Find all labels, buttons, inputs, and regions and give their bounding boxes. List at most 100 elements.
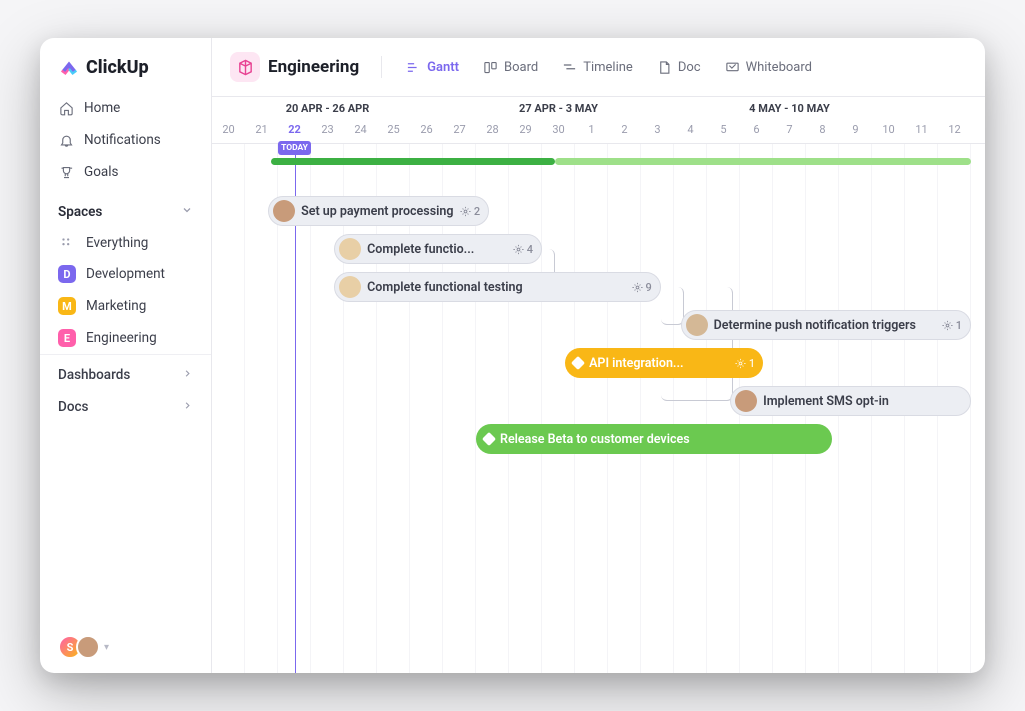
nav-home[interactable]: Home — [40, 92, 211, 124]
tab-doc[interactable]: Doc — [647, 56, 711, 79]
tab-label: Gantt — [427, 60, 459, 75]
day-cell[interactable]: 30 — [542, 119, 575, 143]
docs-label: Docs — [58, 399, 88, 415]
space-badge: M — [58, 297, 76, 315]
tab-label: Doc — [678, 60, 701, 75]
day-cell[interactable]: 23 — [311, 119, 344, 143]
user-avatars[interactable]: S ▾ — [40, 635, 211, 659]
subtask-count: 1 — [942, 319, 962, 332]
tab-timeline[interactable]: Timeline — [552, 56, 643, 79]
tab-whiteboard[interactable]: Whiteboard — [715, 56, 822, 79]
board-icon — [483, 60, 498, 75]
space-title: Engineering — [268, 57, 359, 77]
task-bar[interactable]: Determine push notification triggers 1 — [681, 310, 971, 340]
day-cell[interactable]: 1 — [575, 119, 608, 143]
day-cell[interactable]: 28 — [476, 119, 509, 143]
spaces-header[interactable]: Spaces — [40, 188, 211, 228]
subtask-count: 4 — [513, 243, 533, 256]
nav-home-label: Home — [84, 100, 120, 116]
day-cell[interactable]: 20 — [212, 119, 245, 143]
sidebar-item-label: Engineering — [86, 330, 157, 346]
avatar — [273, 200, 295, 222]
day-cell[interactable]: 8 — [806, 119, 839, 143]
task-bar[interactable]: API integration... 1 — [565, 348, 763, 378]
tab-board[interactable]: Board — [473, 56, 548, 79]
subtask-count: 9 — [632, 281, 652, 294]
nav-goals[interactable]: Goals — [40, 156, 211, 188]
logo-icon — [58, 56, 80, 78]
avatar — [735, 390, 757, 412]
day-cell[interactable]: 7 — [773, 119, 806, 143]
tab-label: Whiteboard — [746, 60, 812, 75]
brand-name: ClickUp — [86, 57, 149, 78]
avatar[interactable] — [76, 635, 100, 659]
grid-icon — [58, 236, 76, 250]
day-cell[interactable]: 9 — [839, 119, 872, 143]
nav-notifications[interactable]: Notifications — [40, 124, 211, 156]
day-cell[interactable]: 4 — [674, 119, 707, 143]
day-cell[interactable]: 22 — [278, 119, 311, 143]
task-bar[interactable]: Release Beta to customer devices — [476, 424, 832, 454]
task-bar[interactable]: Implement SMS opt-in — [730, 386, 971, 416]
day-cell[interactable]: 3 — [641, 119, 674, 143]
sidebar-item-engineering[interactable]: EEngineering — [40, 322, 211, 354]
day-cell[interactable]: 24 — [344, 119, 377, 143]
space-icon[interactable] — [230, 52, 260, 82]
sidebar-item-label: Everything — [86, 235, 148, 251]
day-cell[interactable]: 29 — [509, 119, 542, 143]
docs-header[interactable]: Docs — [40, 395, 211, 427]
task-bar[interactable]: Complete functio... 4 — [334, 234, 542, 264]
progress-remaining — [555, 158, 971, 165]
subtask-count: 1 — [735, 357, 755, 370]
day-cell[interactable]: 12 — [938, 119, 971, 143]
doc-icon — [657, 60, 672, 75]
task-label: Complete functional testing — [367, 280, 625, 295]
today-badge: TODAY — [278, 141, 311, 155]
dashboards-header[interactable]: Dashboards — [40, 354, 211, 395]
milestone-icon — [482, 432, 496, 446]
task-bar[interactable]: Set up payment processing2 — [268, 196, 489, 226]
sidebar-item-development[interactable]: D Development — [40, 258, 211, 290]
task-bar[interactable]: Complete functional testing 9 — [334, 272, 661, 302]
home-icon — [58, 100, 74, 116]
dashboards-label: Dashboards — [58, 367, 130, 383]
week-label: 20 APR - 26 APR — [212, 97, 443, 119]
task-label: Complete functio... — [367, 242, 507, 257]
task-label: Determine push notification triggers — [714, 318, 936, 333]
sidebar-item-label: Marketing — [86, 298, 146, 314]
separator — [381, 56, 382, 78]
day-cell[interactable]: 6 — [740, 119, 773, 143]
spaces-header-label: Spaces — [58, 204, 102, 220]
day-cell[interactable]: 27 — [443, 119, 476, 143]
tab-label: Timeline — [583, 60, 633, 75]
gantt-icon — [406, 60, 421, 75]
logo[interactable]: ClickUp — [40, 56, 211, 92]
timeline-icon — [562, 60, 577, 75]
day-cell[interactable]: 21 — [245, 119, 278, 143]
sidebar-item-label: Development — [86, 266, 165, 282]
sidebar-item-everything[interactable]: Everything — [40, 228, 211, 258]
task-label: Implement SMS opt-in — [763, 394, 962, 409]
sidebar: ClickUp Home Notifications Goals Spaces … — [40, 38, 212, 673]
trophy-icon — [58, 164, 74, 180]
space-badge: D — [58, 265, 76, 283]
day-cell[interactable]: 26 — [410, 119, 443, 143]
nav-goals-label: Goals — [84, 164, 119, 180]
day-cell[interactable]: 25 — [377, 119, 410, 143]
topbar: Engineering Gantt Board Timeline Doc Whitebo… — [212, 38, 985, 97]
day-cell[interactable]: 10 — [872, 119, 905, 143]
task-label: API integration... — [589, 356, 729, 371]
bell-icon — [58, 132, 74, 148]
subtask-count: 2 — [460, 205, 480, 218]
gantt-chart[interactable]: Set up payment processing2 Complete funct… — [212, 144, 985, 673]
avatar — [339, 238, 361, 260]
day-cell[interactable]: 5 — [707, 119, 740, 143]
timeline-header: 20 APR - 26 APR27 APR - 3 MAY4 MAY - 10 … — [212, 97, 985, 144]
sidebar-item-marketing[interactable]: M Marketing — [40, 290, 211, 322]
week-label: 4 MAY - 10 MAY — [674, 97, 905, 119]
day-cell[interactable]: 11 — [905, 119, 938, 143]
task-label: Release Beta to customer devices — [500, 432, 824, 447]
tab-gantt[interactable]: Gantt — [396, 56, 469, 79]
day-cell[interactable]: 2 — [608, 119, 641, 143]
progress-done — [271, 158, 555, 165]
